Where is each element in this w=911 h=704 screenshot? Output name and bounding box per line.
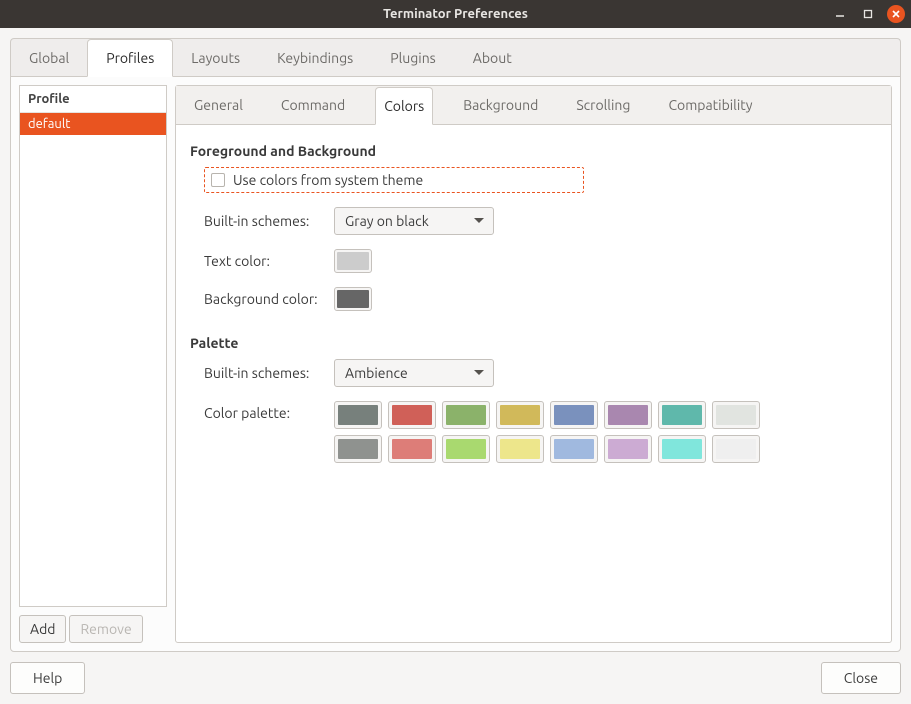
text-color-button[interactable] xyxy=(334,249,372,273)
palette-scheme-combo[interactable]: Ambience xyxy=(334,359,494,387)
palette-color xyxy=(716,439,756,459)
main-tab-keybindings[interactable]: Keybindings xyxy=(259,40,372,77)
palette-grid xyxy=(334,401,760,463)
main-tab-plugins[interactable]: Plugins xyxy=(372,40,455,77)
palette-section: Built-in schemes: Ambience Color palette… xyxy=(204,359,877,463)
palette-swatch-11[interactable] xyxy=(496,435,544,463)
palette-color xyxy=(446,405,486,425)
palette-swatch-13[interactable] xyxy=(604,435,652,463)
settings-body: Foreground and Background Use colors fro… xyxy=(176,125,891,481)
settings-tab-general[interactable]: General xyxy=(186,87,251,125)
close-button[interactable]: Close xyxy=(821,662,901,694)
close-window-button[interactable] xyxy=(887,5,905,23)
maximize-button[interactable] xyxy=(859,5,877,23)
titlebar: Terminator Preferences xyxy=(0,0,911,28)
palette-swatch-12[interactable] xyxy=(550,435,598,463)
main-tab-layouts[interactable]: Layouts xyxy=(173,40,259,77)
profile-list[interactable]: Profile default xyxy=(19,85,167,607)
fg-bg-section: Use colors from system theme Built-in sc… xyxy=(204,167,877,311)
use-system-theme-label: Use colors from system theme xyxy=(233,172,423,188)
window-controls xyxy=(831,5,905,23)
palette-scheme-value: Ambience xyxy=(345,365,408,381)
main-area: Profile default Add Remove General Comman… xyxy=(10,76,901,652)
window-body: GlobalProfilesLayoutsKeybindingsPluginsA… xyxy=(0,28,911,704)
dialog-action-bar: Help Close xyxy=(10,652,901,694)
palette-swatch-1[interactable] xyxy=(388,401,436,429)
settings-tab-background[interactable]: Background xyxy=(455,87,546,125)
color-palette-label: Color palette: xyxy=(204,401,334,421)
fgbg-scheme-combo[interactable]: Gray on black xyxy=(334,207,494,235)
palette-color xyxy=(608,405,648,425)
palette-swatch-7[interactable] xyxy=(712,401,760,429)
fg-bg-heading: Foreground and Background xyxy=(190,143,877,159)
profile-item[interactable]: default xyxy=(20,113,166,135)
minimize-button[interactable] xyxy=(831,5,849,23)
fgbg-scheme-label: Built-in schemes: xyxy=(204,213,334,229)
settings-tab-scrolling[interactable]: Scrolling xyxy=(568,87,638,125)
checkbox-icon xyxy=(211,173,225,187)
profile-column: Profile default Add Remove xyxy=(19,85,167,643)
settings-tab-command[interactable]: Command xyxy=(273,87,353,125)
add-profile-button[interactable]: Add xyxy=(19,615,66,643)
palette-color xyxy=(554,439,594,459)
profile-list-header: Profile xyxy=(20,86,166,113)
settings-tab-colors[interactable]: Colors xyxy=(375,87,433,125)
palette-color xyxy=(500,439,540,459)
palette-swatch-6[interactable] xyxy=(658,401,706,429)
bg-color-button[interactable] xyxy=(334,287,372,311)
palette-swatch-14[interactable] xyxy=(658,435,706,463)
palette-swatch-15[interactable] xyxy=(712,435,760,463)
palette-color xyxy=(662,405,702,425)
main-tabs: GlobalProfilesLayoutsKeybindingsPluginsA… xyxy=(10,38,901,76)
palette-color xyxy=(392,405,432,425)
remove-profile-button: Remove xyxy=(69,615,142,643)
fgbg-scheme-value: Gray on black xyxy=(345,213,429,229)
palette-heading: Palette xyxy=(190,335,877,351)
palette-swatch-9[interactable] xyxy=(388,435,436,463)
palette-scheme-label: Built-in schemes: xyxy=(204,365,334,381)
main-tab-about[interactable]: About xyxy=(455,40,531,77)
bg-color-swatch xyxy=(337,290,369,308)
bg-color-label: Background color: xyxy=(204,291,334,307)
settings-tab-compatibility[interactable]: Compatibility xyxy=(660,87,760,125)
palette-swatch-5[interactable] xyxy=(604,401,652,429)
palette-swatch-8[interactable] xyxy=(334,435,382,463)
palette-swatch-2[interactable] xyxy=(442,401,490,429)
main-tab-profiles[interactable]: Profiles xyxy=(87,39,173,77)
settings-tabs: General Command Colors Background Scrolling C… xyxy=(176,86,891,125)
palette-color xyxy=(500,405,540,425)
text-color-label: Text color: xyxy=(204,253,334,269)
palette-color xyxy=(392,439,432,459)
profile-buttons: Add Remove xyxy=(19,615,167,643)
palette-color xyxy=(716,405,756,425)
palette-swatch-4[interactable] xyxy=(550,401,598,429)
main-tab-global[interactable]: Global xyxy=(11,40,88,77)
palette-color xyxy=(338,405,378,425)
palette-color xyxy=(446,439,486,459)
palette-swatch-0[interactable] xyxy=(334,401,382,429)
settings-panel: General Command Colors Background Scrolling C… xyxy=(175,85,892,643)
palette-color xyxy=(338,439,378,459)
window-title: Terminator Preferences xyxy=(383,7,528,21)
palette-color xyxy=(608,439,648,459)
text-color-swatch xyxy=(337,252,369,270)
help-button[interactable]: Help xyxy=(10,662,85,694)
use-system-theme-checkbox[interactable]: Use colors from system theme xyxy=(204,167,584,193)
palette-color xyxy=(554,405,594,425)
palette-swatch-10[interactable] xyxy=(442,435,490,463)
palette-swatch-3[interactable] xyxy=(496,401,544,429)
palette-color xyxy=(662,439,702,459)
